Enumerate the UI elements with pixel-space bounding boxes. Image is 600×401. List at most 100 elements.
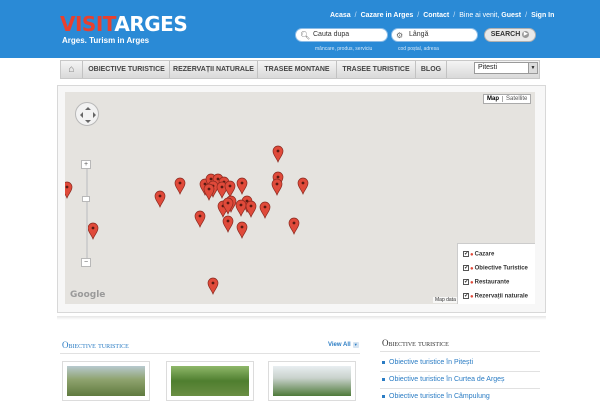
map-marker-dot	[198, 214, 202, 218]
legend-item-rezervatii[interactable]: ✓●Rezervații naturale	[463, 293, 528, 300]
map-marker[interactable]	[271, 178, 283, 196]
legend-item-restaurante[interactable]: ✓●Restaurante	[463, 279, 509, 286]
map-marker[interactable]	[87, 222, 99, 240]
site-logo[interactable]: VISITARGES	[60, 12, 188, 36]
map-marker-dot	[209, 177, 213, 181]
legend-item-obiective[interactable]: ✓●Obiective Turistice	[463, 265, 528, 272]
map-type-control: Map Satellite	[483, 94, 532, 104]
nav-item-blog[interactable]: BLOG	[416, 61, 447, 78]
view-all-link[interactable]: View All ▼	[328, 342, 359, 348]
map-marker-dot	[91, 226, 95, 230]
zoom-slider-handle[interactable]	[82, 196, 90, 202]
objective-thumbnail-2[interactable]	[166, 361, 254, 401]
chevron-down-icon: ▼	[352, 342, 359, 348]
map-marker[interactable]	[194, 210, 206, 228]
contact-link[interactable]: Contact	[423, 12, 449, 19]
map-marker[interactable]	[222, 215, 234, 233]
map-marker-dot	[228, 184, 232, 188]
map-marker[interactable]	[236, 221, 248, 239]
city-select[interactable]: Pitesti ▼	[474, 62, 538, 74]
objectives-section-title: Obiective turistice	[62, 340, 129, 350]
map-marker-dot	[220, 185, 224, 189]
pan-control[interactable]	[75, 102, 99, 126]
map-marker-dot	[226, 201, 230, 205]
bullet-icon	[382, 360, 385, 364]
legend-item-cazare[interactable]: ✓●Cazare	[463, 251, 494, 258]
map-marker[interactable]	[259, 201, 271, 219]
sign-in-link[interactable]: Sign In	[531, 12, 554, 19]
map-marker[interactable]	[174, 177, 186, 195]
sidebar-link-pitesti[interactable]: Obiective turistice în Pitești	[382, 359, 473, 366]
pan-arrows-icon	[80, 107, 96, 123]
zoom-in-button[interactable]: +	[81, 160, 91, 169]
bullet-icon	[382, 394, 385, 398]
map-marker-dot	[240, 225, 244, 229]
map-marker-dot	[211, 281, 215, 285]
map-marker-dot	[276, 149, 280, 153]
map-marker-dot	[216, 177, 220, 181]
sidebar-section-title: Obiective turistice	[382, 338, 449, 348]
checkbox-icon[interactable]: ✓	[463, 251, 469, 257]
sidebar-link-curtea-de-arges[interactable]: Obiective turistice în Curtea de Argeș	[382, 376, 505, 383]
map-marker-dot	[292, 221, 296, 225]
map-marker[interactable]	[272, 145, 284, 163]
map-pin-icon: ●	[470, 265, 474, 272]
checkbox-icon[interactable]: ✓	[463, 279, 469, 285]
nav-item-obiective[interactable]: OBIECTIVE TURISTICE	[84, 61, 170, 78]
map-marker[interactable]	[224, 180, 236, 198]
search-where-input[interactable]: ⚙ Lângă	[391, 28, 478, 42]
bullet-icon	[382, 377, 385, 381]
search-icon: 🔍︎	[300, 31, 311, 40]
map-marker[interactable]	[245, 200, 257, 218]
checkbox-icon[interactable]: ✓	[463, 293, 469, 299]
site-header: VISITARGES Arges. Turism in Arges Acasa /…	[0, 0, 600, 58]
nav-item-trasee-turistice[interactable]: TRASEE TURISTICE	[337, 61, 416, 78]
map-canvas[interactable]: + − Map Satellite Google Map data ✓●Cazar…	[65, 92, 535, 304]
sidebar-link-campulung[interactable]: Obiective turistice în Câmpulung	[382, 393, 490, 400]
arrow-right-icon: ▶	[522, 30, 530, 38]
map-shadow	[57, 316, 546, 320]
search-what-input[interactable]: 🔍︎ Cauta dupa	[295, 28, 388, 42]
sidebar-divider	[380, 388, 540, 389]
home-link[interactable]: Acasa	[330, 12, 351, 19]
map-marker-dot	[301, 181, 305, 185]
map-marker[interactable]	[236, 177, 248, 195]
map-marker[interactable]	[154, 190, 166, 208]
map-marker[interactable]	[207, 277, 219, 295]
sidebar-divider	[380, 351, 540, 352]
map-type-map-button[interactable]: Map	[484, 96, 503, 102]
map-marker-dot	[276, 175, 280, 179]
map-marker-dot	[263, 205, 267, 209]
welcome-text: Bine ai venit,	[459, 12, 500, 19]
lodging-link[interactable]: Cazare in Arges	[361, 12, 414, 19]
objective-thumbnail-3[interactable]	[268, 361, 356, 401]
map-pin-icon: ●	[470, 251, 474, 258]
zoom-slider-track[interactable]	[86, 162, 88, 262]
sidebar-divider	[380, 371, 540, 372]
map-marker-dot	[178, 181, 182, 185]
map-marker-dot	[158, 194, 162, 198]
map-pin-icon: ●	[470, 279, 474, 286]
chevron-down-icon: ▼	[528, 63, 537, 73]
map-marker[interactable]	[297, 177, 309, 195]
map-marker-dot	[226, 219, 230, 223]
map-attribution[interactable]: Map data	[433, 297, 458, 303]
objective-photo	[67, 366, 145, 396]
home-icon[interactable]: ⌂	[61, 61, 83, 78]
map-marker[interactable]	[235, 199, 247, 217]
objective-thumbnail-1[interactable]	[62, 361, 150, 401]
map-marker[interactable]	[288, 217, 300, 235]
nav-item-trasee-montane[interactable]: TRASEE MONTANE	[258, 61, 337, 78]
zoom-out-button[interactable]: −	[81, 258, 91, 267]
map-marker[interactable]	[65, 181, 73, 199]
main-nav: ⌂ OBIECTIVE TURISTICE REZERVAȚII NATURAL…	[60, 60, 540, 79]
checkbox-icon[interactable]: ✓	[463, 265, 469, 271]
map-marker-dot	[249, 204, 253, 208]
map-legend: ✓●Cazare ✓●Obiective Turistice ✓●Restaur…	[457, 243, 535, 304]
map-marker[interactable]	[203, 183, 215, 201]
map-type-satellite-button[interactable]: Satellite	[503, 96, 530, 102]
google-logo: Google	[70, 290, 106, 300]
search-button[interactable]: SEARCH ▶	[484, 28, 536, 42]
nav-item-rezervatii[interactable]: REZERVAȚII NATURALE	[170, 61, 258, 78]
map-marker-dot	[240, 181, 244, 185]
